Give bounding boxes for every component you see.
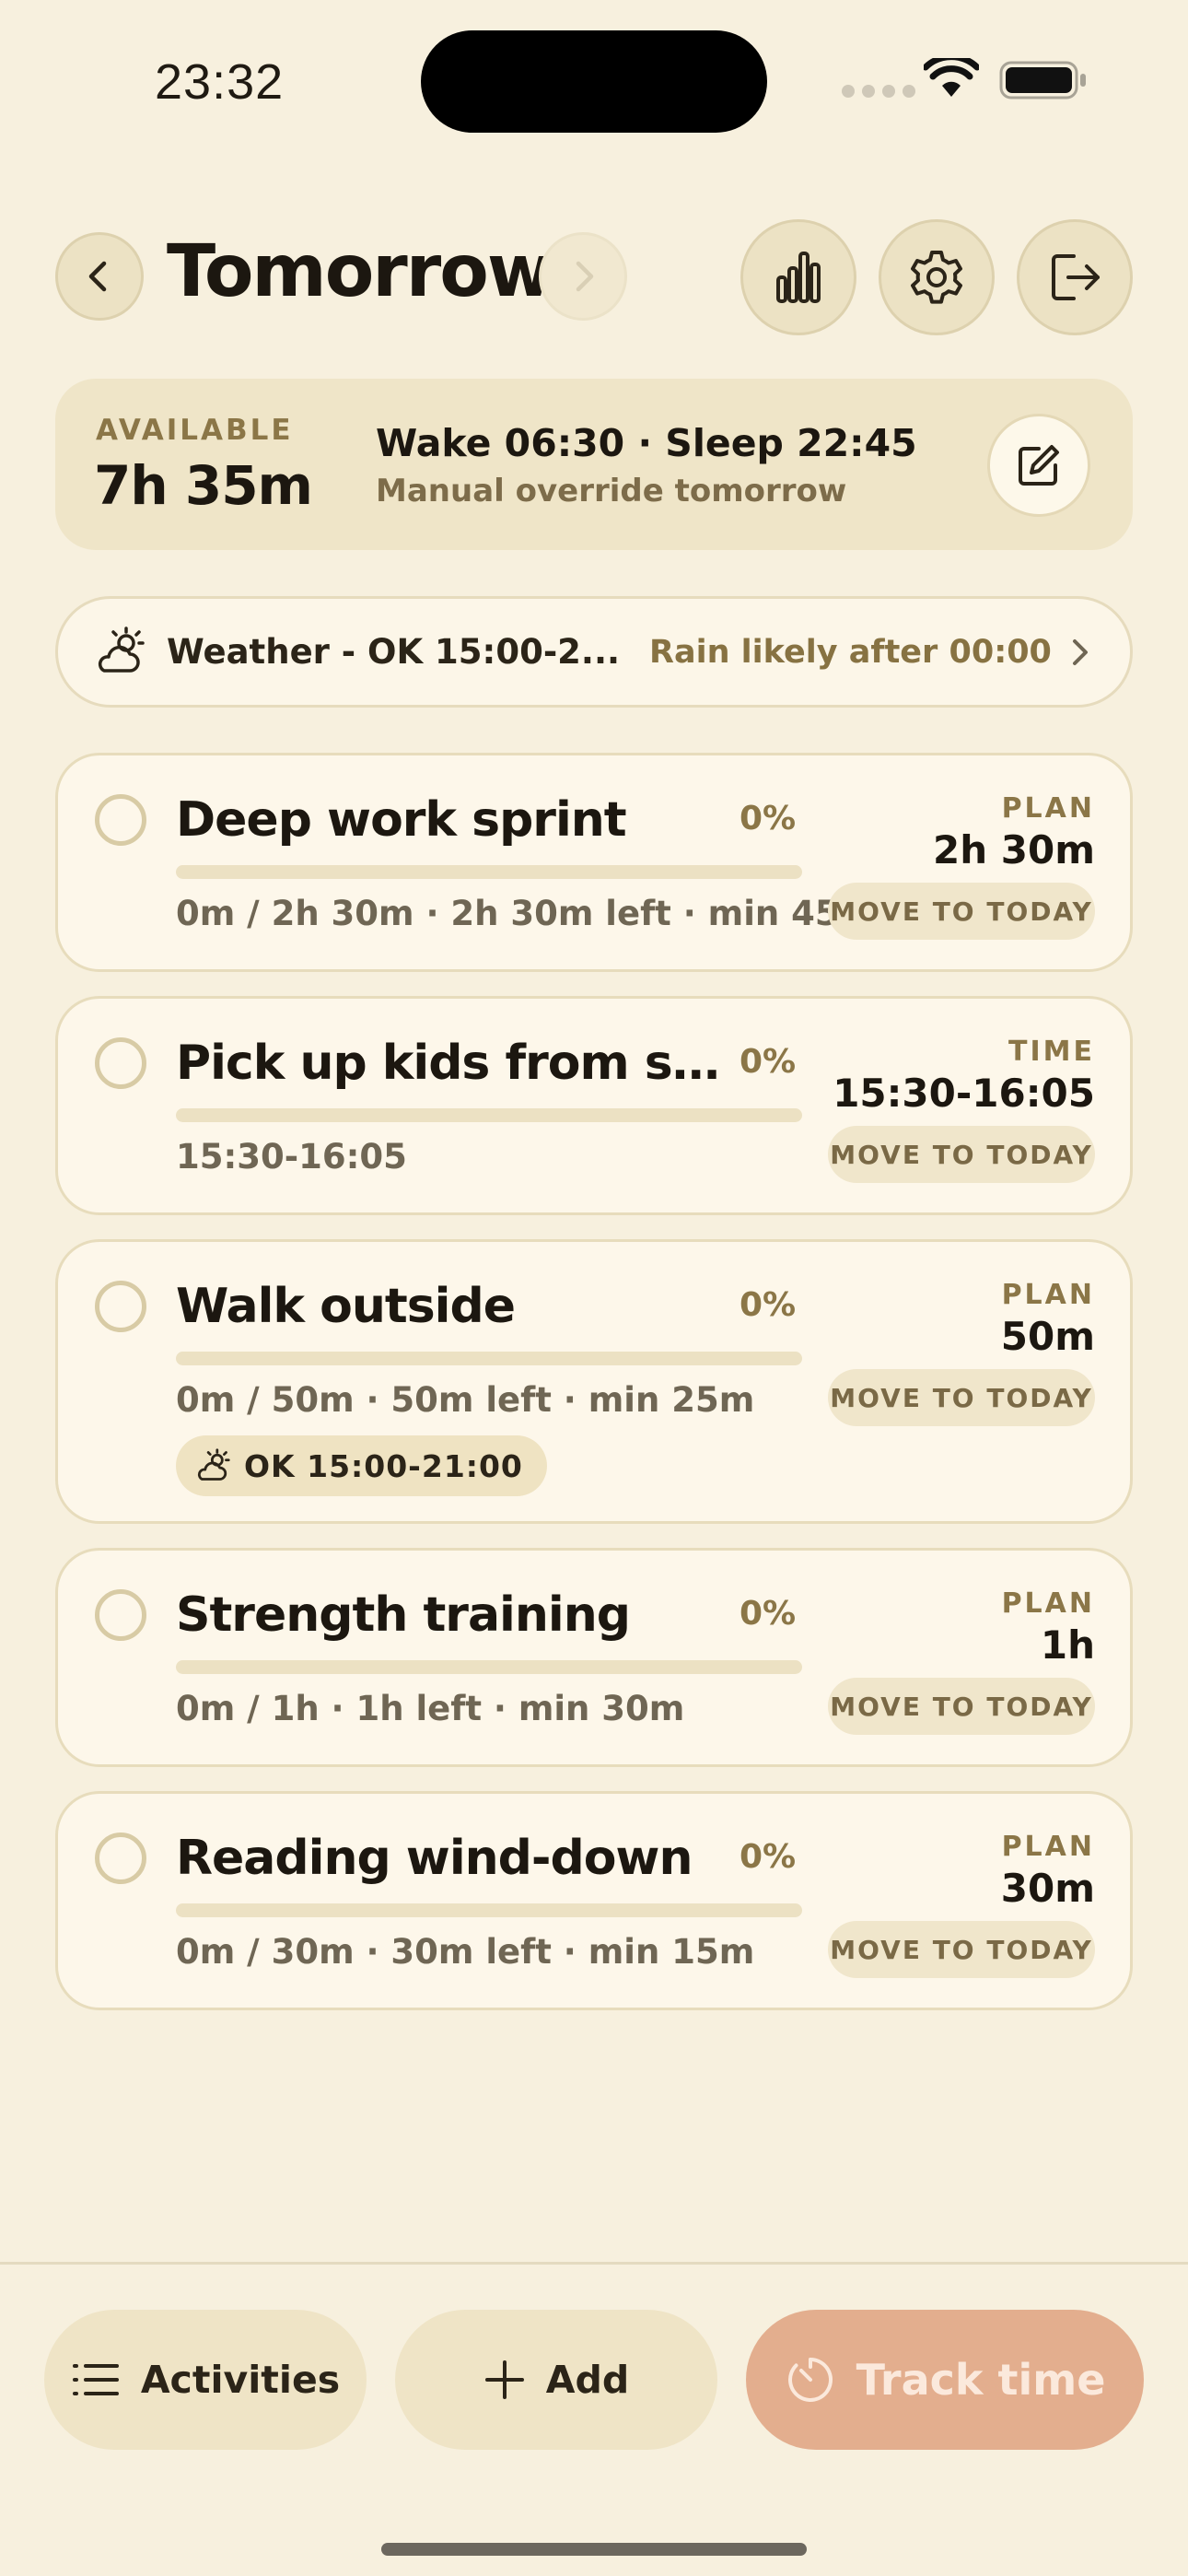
gear-icon: [911, 251, 962, 304]
edit-schedule-button[interactable]: [987, 414, 1090, 517]
timer-icon: [787, 2358, 833, 2402]
forward-button[interactable]: [539, 232, 627, 321]
bottom-divider: [0, 2262, 1188, 2265]
complete-checkbox[interactable]: [95, 1037, 146, 1089]
complete-checkbox[interactable]: [95, 1281, 146, 1332]
complete-checkbox[interactable]: [95, 1832, 146, 1884]
activity-card[interactable]: Strength training 0% 0m / 1h · 1h left ·…: [55, 1548, 1133, 1767]
activity-kind: TIME: [1008, 1036, 1095, 1068]
activity-percent: 0%: [740, 1838, 797, 1876]
add-label: Add: [545, 2358, 630, 2402]
activity-meta: 0m / 1h · 1h left · min 30m: [176, 1689, 685, 1728]
home-indicator: [381, 2543, 807, 2556]
back-button[interactable]: [55, 232, 144, 321]
activities-button[interactable]: Activities: [44, 2310, 367, 2450]
availability-label: AVAILABLE: [96, 414, 294, 447]
activity-card[interactable]: Walk outside 0% 0m / 50m · 50m left · mi…: [55, 1239, 1133, 1524]
logout-icon: [1052, 254, 1100, 300]
activity-title: Reading wind-down: [176, 1831, 693, 1886]
add-button[interactable]: Add: [395, 2310, 717, 2450]
activity-meta: 15:30-16:05: [176, 1137, 407, 1177]
weather-title: Weather - OK 15:00-2...: [167, 632, 621, 672]
availability-card: AVAILABLE 7h 35m Wake 06:30 · Sleep 22:4…: [55, 379, 1133, 550]
activity-percent: 0%: [740, 800, 797, 837]
battery-icon: [999, 61, 1086, 100]
complete-checkbox[interactable]: [95, 1589, 146, 1641]
weather-bar[interactable]: Weather - OK 15:00-2... Rain likely afte…: [55, 596, 1133, 708]
activity-amount: 2h 30m: [933, 827, 1095, 872]
activity-card[interactable]: Deep work sprint 0% 0m / 2h 30m · 2h 30m…: [55, 753, 1133, 972]
settings-button[interactable]: [879, 219, 995, 335]
move-to-today-button[interactable]: MOVE TO TODAY: [828, 1369, 1095, 1426]
override-note: Manual override tomorrow: [376, 473, 847, 509]
move-to-today-button[interactable]: MOVE TO TODAY: [828, 1921, 1095, 1978]
activity-amount: 50m: [1000, 1314, 1095, 1359]
chevron-left-icon: [88, 261, 107, 292]
activity-title: Walk outside: [176, 1279, 515, 1334]
activity-amount: 30m: [1000, 1866, 1095, 1911]
activity-percent: 0%: [740, 1595, 797, 1633]
activity-kind: PLAN: [1001, 1587, 1095, 1620]
activity-meta: 0m / 2h 30m · 2h 30m left · min 45m: [176, 894, 875, 933]
activity-amount: 1h: [1040, 1622, 1095, 1668]
weather-window-text: OK 15:00-21:00: [244, 1447, 523, 1484]
weather-window-chip: OK 15:00-21:00: [176, 1435, 547, 1496]
move-to-today-button[interactable]: MOVE TO TODAY: [828, 1678, 1095, 1735]
progress-bar: [176, 1108, 802, 1122]
wifi-icon: [924, 58, 979, 97]
activity-amount: 15:30-16:05: [833, 1071, 1095, 1116]
plus-icon: [484, 2360, 524, 2399]
move-to-today-button[interactable]: MOVE TO TODAY: [828, 1126, 1095, 1183]
page-title: Tomorrow: [167, 230, 553, 313]
list-icon: [72, 2364, 119, 2395]
progress-bar: [176, 1903, 802, 1917]
move-to-today-button[interactable]: MOVE TO TODAY: [828, 883, 1095, 940]
partly-cloudy-icon: [98, 626, 145, 673]
complete-checkbox[interactable]: [95, 794, 146, 846]
stats-button[interactable]: [740, 219, 856, 335]
chevron-right-icon: [576, 261, 594, 292]
weather-subtitle: Rain likely after 00:00: [649, 634, 1052, 671]
activity-title: Pick up kids from sc...: [176, 1036, 728, 1091]
chevron-right-icon: [1073, 639, 1088, 665]
activity-title: Deep work sprint: [176, 792, 626, 848]
activity-card[interactable]: Pick up kids from sc... 0% 15:30-16:05 T…: [55, 996, 1133, 1215]
activity-title: Strength training: [176, 1587, 630, 1643]
partly-cloudy-icon: [197, 1448, 230, 1481]
track-time-button[interactable]: Track time: [746, 2310, 1144, 2450]
status-time: 23:32: [155, 54, 285, 110]
edit-icon: [1019, 445, 1059, 486]
activity-kind: PLAN: [1001, 1279, 1095, 1311]
track-time-label: Track time: [856, 2355, 1106, 2405]
activity-percent: 0%: [740, 1286, 797, 1324]
wake-sleep-times: Wake 06:30 · Sleep 22:45: [376, 421, 917, 465]
activities-label: Activities: [140, 2358, 341, 2402]
progress-bar: [176, 1660, 802, 1674]
activity-kind: PLAN: [1001, 1831, 1095, 1863]
activity-card[interactable]: Reading wind-down 0% 0m / 30m · 30m left…: [55, 1791, 1133, 2010]
availability-value: 7h 35m: [94, 454, 313, 517]
activity-kind: PLAN: [1001, 792, 1095, 825]
progress-bar: [176, 865, 802, 879]
activity-meta: 0m / 50m · 50m left · min 25m: [176, 1380, 755, 1420]
activity-meta: 0m / 30m · 30m left · min 15m: [176, 1932, 755, 1972]
logout-button[interactable]: [1017, 219, 1133, 335]
cellular-signal-icon: [842, 85, 915, 98]
bar-chart-icon: [776, 252, 821, 303]
activity-percent: 0%: [740, 1043, 797, 1081]
progress-bar: [176, 1352, 802, 1365]
dynamic-island: [421, 30, 767, 133]
